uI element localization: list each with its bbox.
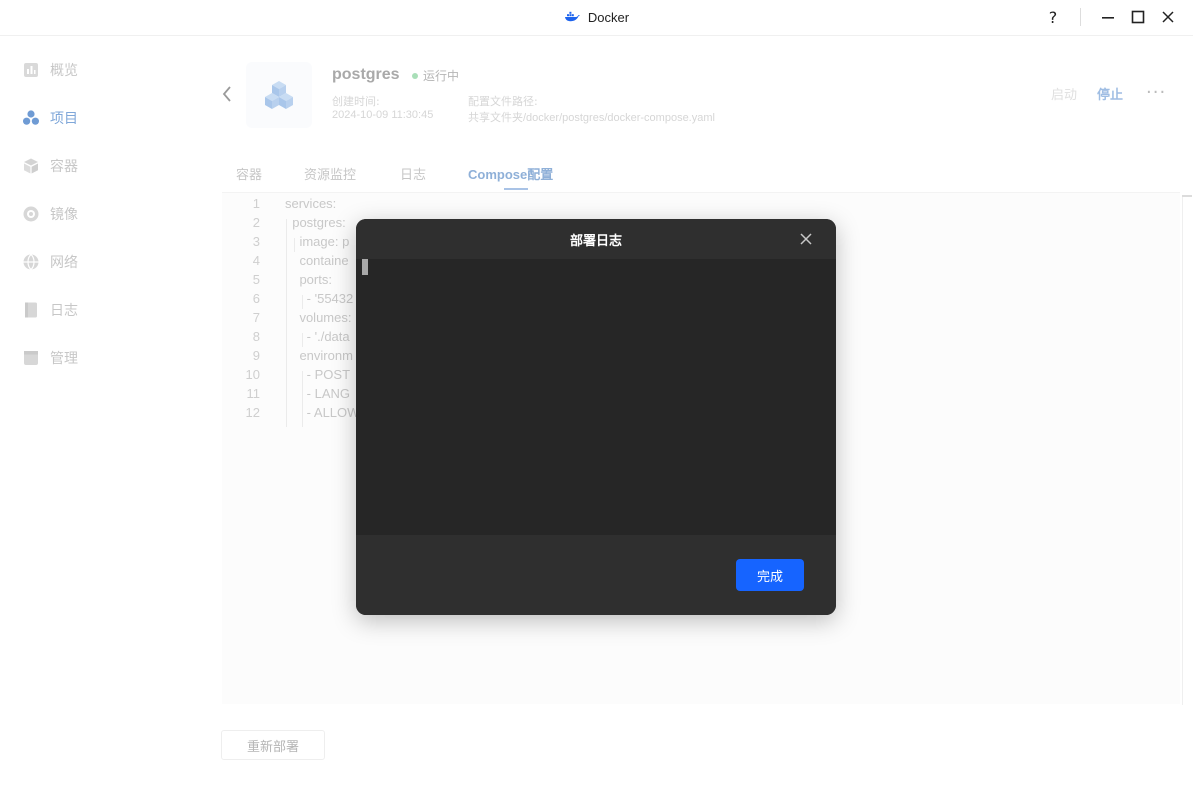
close-icon: [1162, 11, 1174, 23]
dialog-title: 部署日志: [569, 233, 622, 249]
dialog-footer: 完成: [356, 535, 836, 615]
maximize-button[interactable]: [1123, 4, 1153, 30]
docker-icon: [564, 11, 580, 22]
app-title-area: Docker: [0, 0, 1193, 34]
title-bar: Docker ?: [0, 0, 1193, 36]
deploy-log-output[interactable]: [356, 259, 836, 535]
done-button[interactable]: 完成: [736, 559, 804, 591]
close-icon: [800, 233, 812, 245]
window-controls-divider: [1080, 8, 1081, 26]
dialog-close-button[interactable]: [796, 229, 816, 249]
help-button[interactable]: ?: [1038, 4, 1068, 30]
minimize-button[interactable]: [1093, 4, 1123, 30]
minimize-icon: [1102, 17, 1114, 19]
dialog-header: 部署日志: [356, 219, 836, 259]
text-cursor: [362, 259, 368, 275]
window-controls: ?: [1038, 4, 1183, 30]
window-title: Docker: [587, 9, 630, 25]
deploy-log-dialog: 部署日志 完成: [356, 219, 836, 615]
close-window-button[interactable]: [1153, 4, 1183, 30]
maximize-icon: [1131, 10, 1145, 24]
